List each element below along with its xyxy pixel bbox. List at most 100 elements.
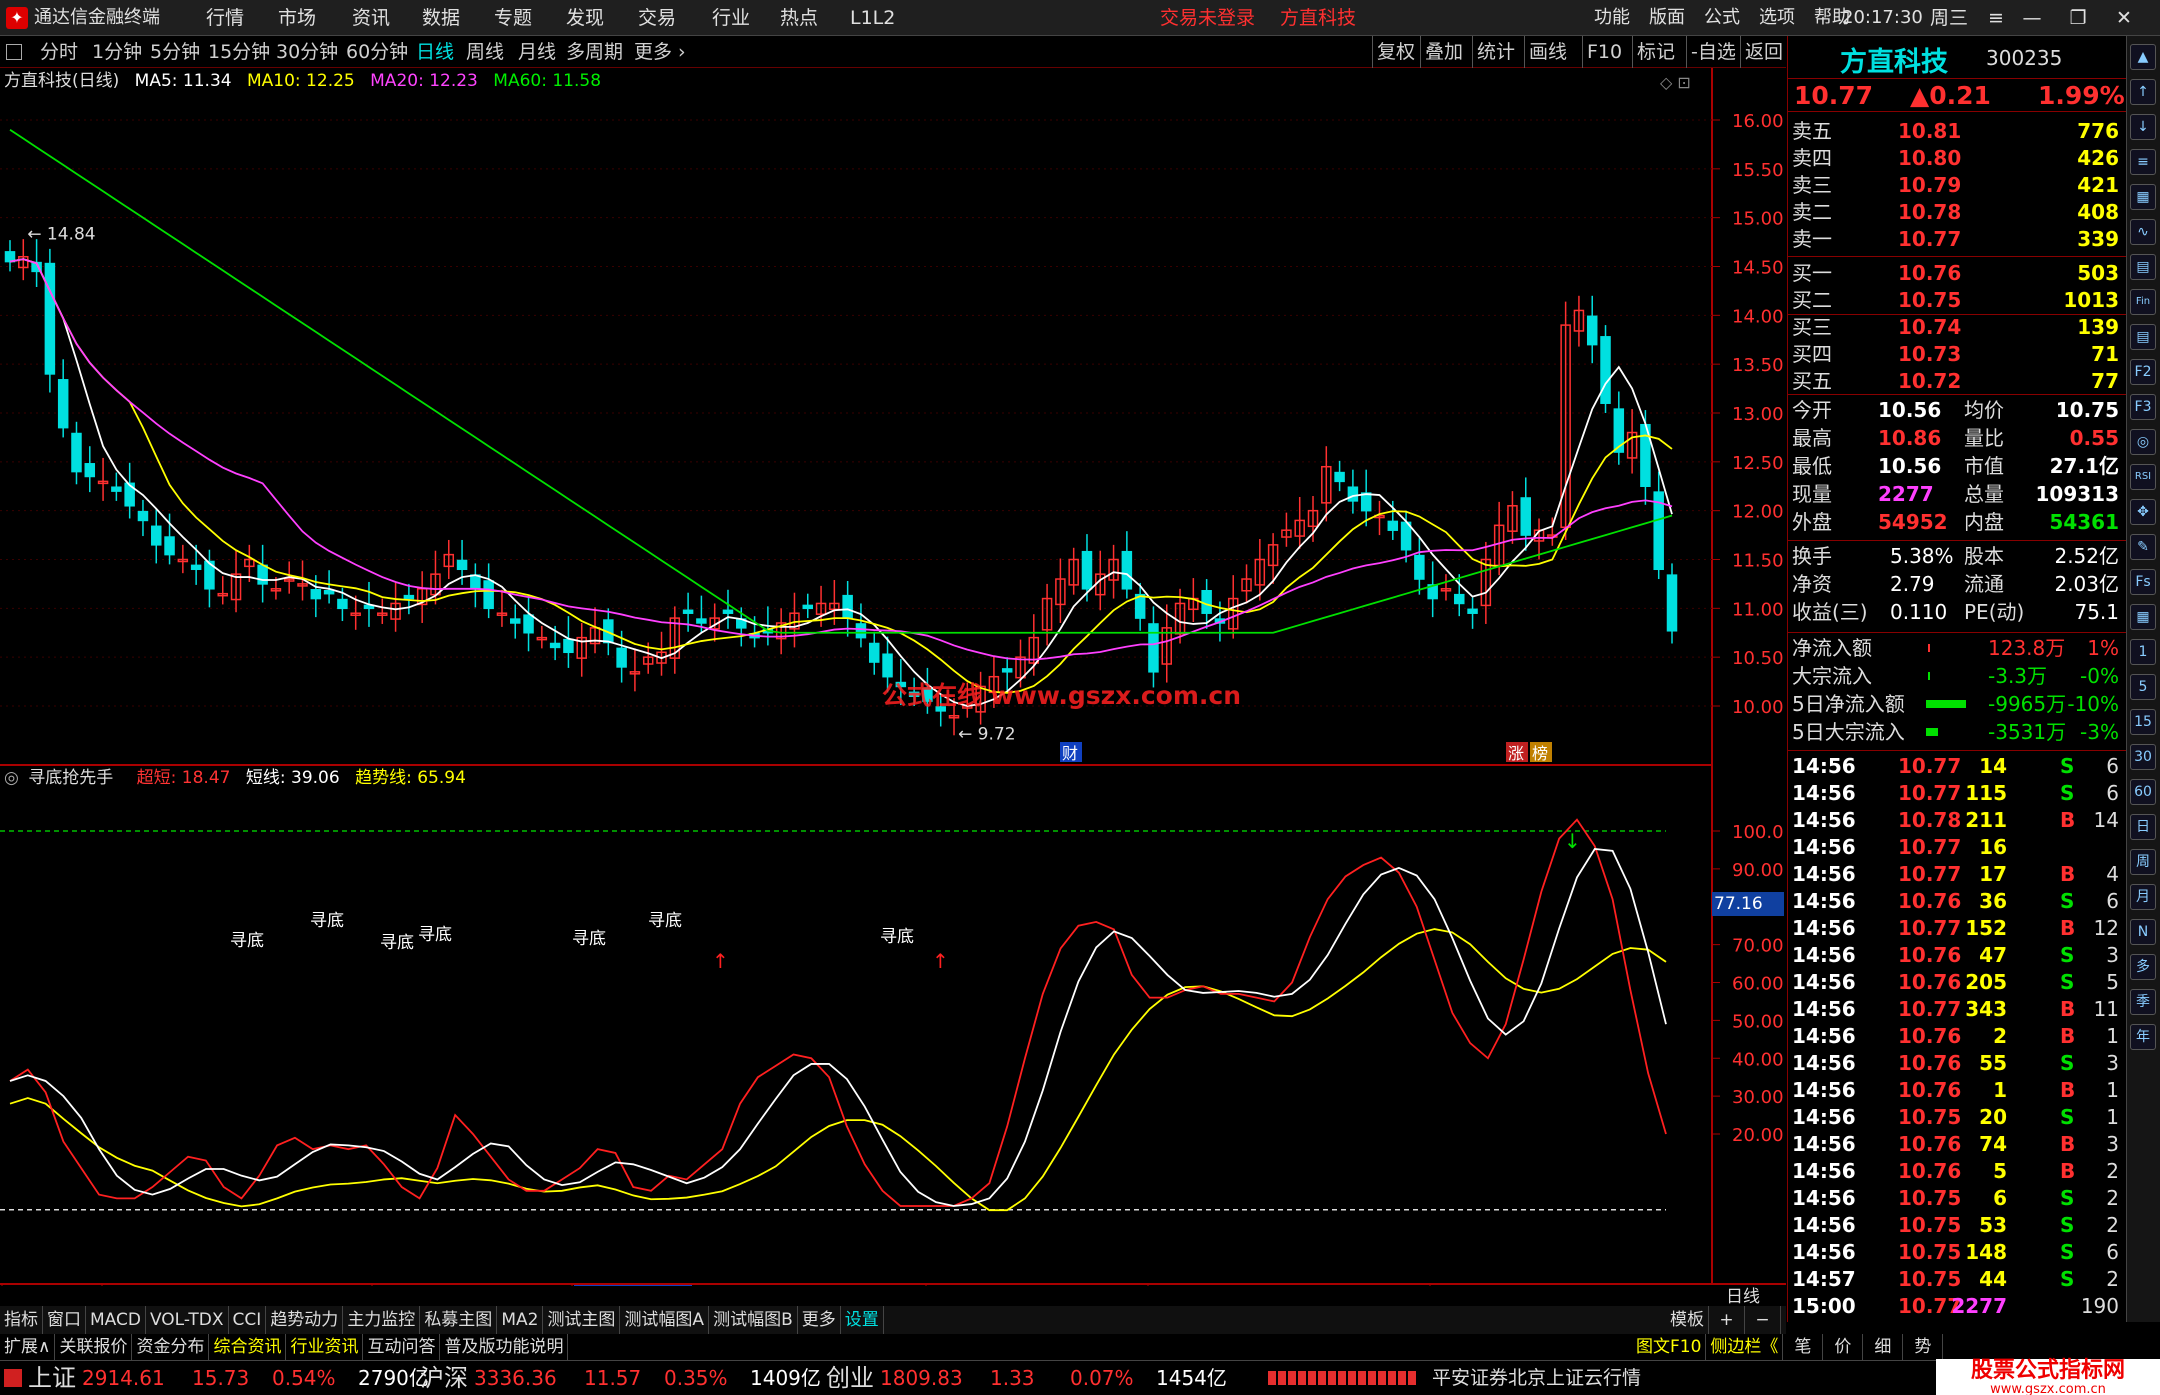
sidebar-icon-15[interactable]: Fs — [2130, 569, 2156, 595]
template-tab-1[interactable]: + — [1709, 1306, 1745, 1334]
panel-tab-1[interactable]: 侧边栏《 — [1706, 1334, 1784, 1360]
sidebar-icon-27[interactable]: 季 — [2130, 989, 2156, 1015]
tool-2[interactable]: 统计 — [1472, 36, 1515, 68]
sidebar-icon-20[interactable]: 30 — [2130, 744, 2156, 770]
sidebar-icon-16[interactable]: ▦ — [2130, 604, 2156, 630]
tool-0[interactable]: 复权 — [1372, 36, 1415, 68]
sidebar-icon-9[interactable]: F2 — [2130, 359, 2156, 385]
menu-right-0[interactable]: 功能 — [1594, 0, 1630, 36]
menu-4[interactable]: 专题 — [494, 0, 532, 36]
timeframe-5[interactable]: 60分钟 — [346, 36, 408, 68]
indicator-tab-8[interactable]: MA2 — [497, 1306, 544, 1334]
timeframe-6[interactable]: 日线 — [416, 36, 454, 68]
indicator-tab-6[interactable]: 主力监控 — [343, 1306, 421, 1334]
menu-9[interactable]: L1L2 — [850, 0, 895, 36]
finance-mark[interactable]: 财 — [1062, 744, 1078, 763]
indicator-collapse-icon[interactable]: ◎ — [4, 768, 19, 788]
sidebar-icon-3[interactable]: ≡ — [2130, 149, 2156, 175]
sidebar-icon-23[interactable]: 周 — [2130, 849, 2156, 875]
sidebar-icon-28[interactable]: 年 — [2130, 1024, 2156, 1050]
indicator-tab-2[interactable]: MACD — [86, 1306, 146, 1334]
menu-0[interactable]: 行情 — [206, 0, 244, 36]
menu-2[interactable]: 资讯 — [352, 0, 390, 36]
window-menu-icon[interactable]: ≡ — [1976, 0, 2016, 36]
sidebar-icon-11[interactable]: ◎ — [2130, 429, 2156, 455]
close-icon[interactable]: ✕ — [2104, 0, 2144, 36]
extension-tab-4[interactable]: 行业资讯 — [286, 1334, 364, 1360]
menu-1[interactable]: 市场 — [278, 0, 316, 36]
timeframe-2[interactable]: 5分钟 — [150, 36, 200, 68]
indicator-tab-13[interactable]: 设置 — [841, 1306, 884, 1334]
extension-tab-1[interactable]: 关联报价 — [55, 1334, 133, 1360]
timeframe-4[interactable]: 30分钟 — [276, 36, 338, 68]
template-tab-0[interactable]: 模板 — [1666, 1306, 1709, 1334]
menu-7[interactable]: 行业 — [712, 0, 750, 36]
panel-tab-2[interactable]: 笔 — [1783, 1334, 1824, 1360]
extension-tab-6[interactable]: 普及版功能说明 — [440, 1334, 569, 1360]
timeframe-10[interactable]: 更多 › — [634, 36, 686, 68]
panel-tab-4[interactable]: 细 — [1863, 1334, 1904, 1360]
panel-toggle-icon[interactable] — [6, 44, 22, 60]
timeframe-0[interactable]: 分时 — [40, 36, 78, 68]
timeframe-9[interactable]: 多周期 — [566, 36, 623, 68]
panel-tab-0[interactable]: 图文F10 — [1632, 1334, 1707, 1360]
indicator-tab-9[interactable]: 测试主图 — [543, 1306, 621, 1334]
sidebar-icon-24[interactable]: 月 — [2130, 884, 2156, 910]
sidebar-icon-6[interactable]: ▤ — [2130, 254, 2156, 280]
sidebar-icon-21[interactable]: 60 — [2130, 779, 2156, 805]
sidebar-icon-26[interactable]: 多 — [2130, 954, 2156, 980]
indicator-tab-4[interactable]: CCI — [229, 1306, 267, 1334]
tool-4[interactable]: F10 — [1582, 36, 1622, 68]
tool-6[interactable]: -自选 — [1686, 36, 1736, 68]
indicator-tab-12[interactable]: 更多 — [798, 1306, 841, 1334]
indicator-tab-7[interactable]: 私募主图 — [420, 1306, 498, 1334]
template-tab-2[interactable]: − — [1745, 1306, 1781, 1334]
tool-3[interactable]: 画线 — [1524, 36, 1567, 68]
extension-tab-2[interactable]: 资金分布 — [132, 1334, 210, 1360]
extension-tab-0[interactable]: 扩展∧ — [0, 1334, 56, 1360]
sidebar-icon-2[interactable]: ↓ — [2130, 114, 2156, 140]
sidebar-icon-25[interactable]: N — [2130, 919, 2156, 945]
sidebar-icon-10[interactable]: F3 — [2130, 394, 2156, 420]
menu-right-4[interactable]: 帮助 — [1814, 0, 1850, 36]
sidebar-icon-19[interactable]: 15 — [2130, 709, 2156, 735]
extension-tab-3[interactable]: 综合资讯 — [209, 1334, 287, 1360]
sidebar-icon-22[interactable]: 日 — [2130, 814, 2156, 840]
trade-login-status[interactable]: 交易未登录 — [1160, 0, 1255, 36]
sidebar-icon-7[interactable]: Fin — [2130, 289, 2156, 315]
menu-right-2[interactable]: 公式 — [1704, 0, 1740, 36]
sidebar-icon-17[interactable]: 1 — [2130, 639, 2156, 665]
indicator-tab-3[interactable]: VOL-TDX — [146, 1306, 229, 1334]
sidebar-icon-14[interactable]: ✎ — [2130, 534, 2156, 560]
chart-svg[interactable]: 16.00 15.50 15.00 14.50 14.00 13.50 13.00 12.50… — [0, 68, 1786, 1286]
timeframe-8[interactable]: 月线 — [518, 36, 556, 68]
menu-right-1[interactable]: 版面 — [1649, 0, 1685, 36]
zhang-mark[interactable]: 涨 — [1508, 744, 1524, 763]
menu-6[interactable]: 交易 — [638, 0, 676, 36]
indicator-tab-0[interactable]: 指标 — [0, 1306, 43, 1334]
sidebar-icon-13[interactable]: ✥ — [2130, 499, 2156, 525]
sidebar-icon-4[interactable]: ▦ — [2130, 184, 2156, 210]
indicator-tab-10[interactable]: 测试幅图A — [620, 1306, 710, 1334]
panel-tab-5[interactable]: 势 — [1903, 1334, 1944, 1360]
sidebar-icon-0[interactable]: ▲ — [2130, 44, 2156, 70]
timeframe-3[interactable]: 15分钟 — [208, 36, 270, 68]
bang-mark[interactable]: 榜 — [1532, 744, 1548, 763]
menu-5[interactable]: 发现 — [566, 0, 604, 36]
kline-chart-area[interactable]: 16.00 15.50 15.00 14.50 14.00 13.50 13.00 12.50… — [0, 68, 1786, 1307]
indicator-tab-5[interactable]: 趋势动力 — [266, 1306, 344, 1334]
sidebar-icon-18[interactable]: 5 — [2130, 674, 2156, 700]
sidebar-icon-12[interactable]: RSI — [2130, 464, 2156, 490]
timeframe-7[interactable]: 周线 — [466, 36, 504, 68]
menu-3[interactable]: 数据 — [422, 0, 460, 36]
tool-1[interactable]: 叠加 — [1420, 36, 1463, 68]
sidebar-icon-8[interactable]: ▤ — [2130, 324, 2156, 350]
timeframe-1[interactable]: 1分钟 — [92, 36, 142, 68]
tool-7[interactable]: 返回 — [1740, 36, 1783, 68]
indicator-tab-1[interactable]: 窗口 — [43, 1306, 86, 1334]
tool-5[interactable]: 标记 — [1632, 36, 1675, 68]
sidebar-icon-5[interactable]: ∿ — [2130, 219, 2156, 245]
extension-tab-5[interactable]: 互动问答 — [363, 1334, 441, 1360]
menu-8[interactable]: 热点 — [780, 0, 818, 36]
sidebar-icon-1[interactable]: ↑ — [2130, 79, 2156, 105]
